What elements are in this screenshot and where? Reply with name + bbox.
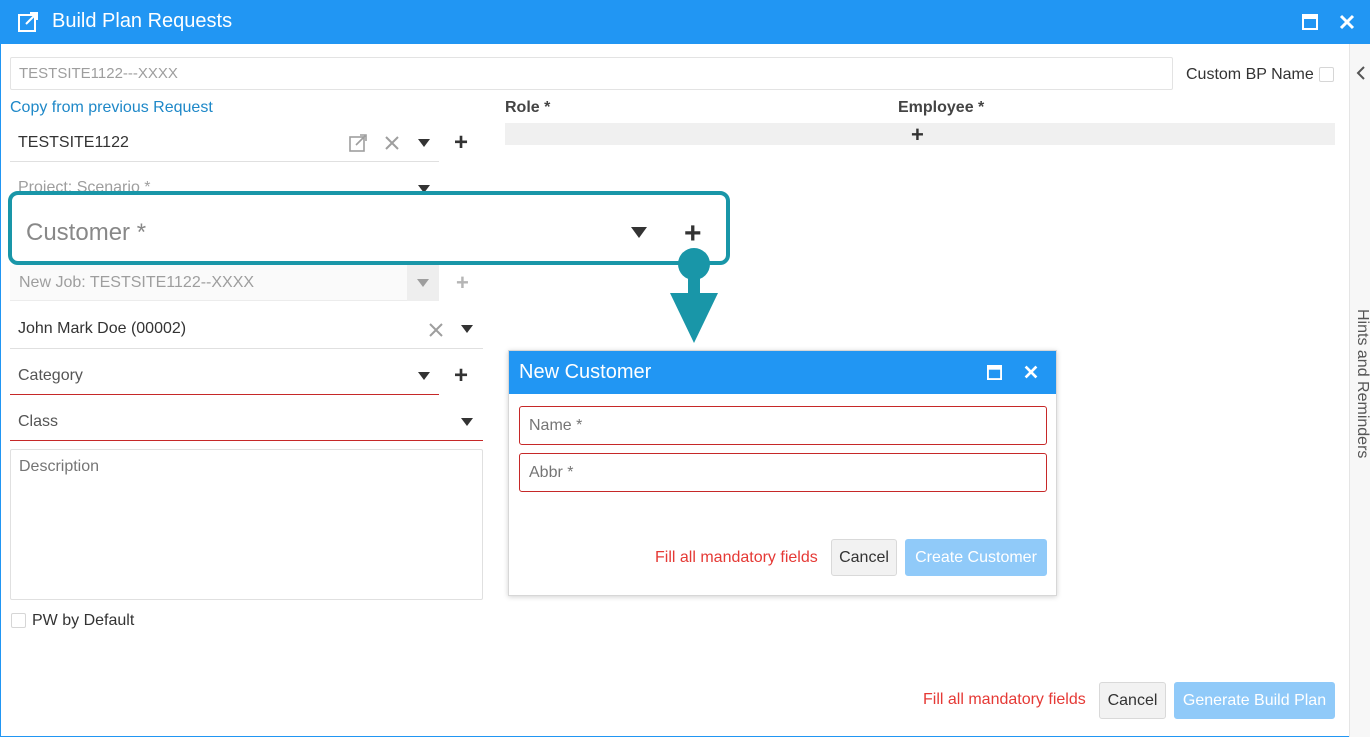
customer-field-highlight: Customer * +	[8, 191, 730, 265]
chevron-left-icon[interactable]	[1356, 66, 1366, 80]
dialog-warning: Fill all mandatory fields	[655, 549, 818, 566]
dropdown-caret-icon[interactable]	[461, 418, 473, 426]
custom-bp-name-label: Custom BP Name	[1186, 66, 1314, 83]
add-category-button[interactable]: +	[454, 364, 468, 388]
build-plan-window: Build Plan Requests TESTSITE1122---XXXX …	[0, 0, 1370, 737]
employee-field-value[interactable]: John Mark Doe (00002)	[18, 320, 186, 338]
pw-default-label: PW by Default	[32, 612, 135, 629]
maximize-icon[interactable]	[1302, 14, 1318, 30]
job-field-value: New Job: TESTSITE1122--XXXX	[19, 274, 255, 291]
dropdown-caret-icon[interactable]	[418, 139, 430, 147]
employee-field-underline	[10, 348, 483, 349]
close-icon[interactable]	[1337, 12, 1357, 32]
custom-bp-name-checkbox[interactable]	[1319, 67, 1334, 82]
dropdown-caret-icon[interactable]	[631, 227, 647, 238]
generate-build-plan-button[interactable]: Generate Build Plan	[1174, 682, 1335, 719]
cancel-button[interactable]: Cancel	[1099, 682, 1166, 719]
site-field-value[interactable]: TESTSITE1122	[18, 134, 129, 152]
description-textarea[interactable]: Description	[10, 449, 483, 600]
plus-icon[interactable]: +	[684, 219, 702, 249]
customer-placeholder[interactable]: Customer *	[26, 219, 146, 247]
copy-previous-request-link[interactable]: Copy from previous Request	[10, 99, 213, 117]
bp-name-value: TESTSITE1122---XXXX	[19, 65, 178, 82]
footer-warning: Fill all mandatory fields	[923, 691, 1086, 708]
close-icon[interactable]	[1022, 363, 1040, 381]
pw-default-checkbox[interactable]	[11, 613, 26, 628]
category-placeholder[interactable]: Category	[18, 367, 83, 385]
external-link-icon	[18, 12, 38, 32]
dropdown-caret-icon	[417, 279, 429, 287]
category-field-underline	[10, 394, 439, 395]
dropdown-caret-icon[interactable]	[418, 372, 430, 380]
role-header: Role *	[505, 99, 551, 116]
site-field-underline	[10, 161, 439, 162]
new-customer-dialog: New Customer Name * Abbr * Fill all mand…	[508, 350, 1057, 596]
external-link-icon[interactable]	[348, 133, 368, 153]
window-title: Build Plan Requests	[52, 10, 233, 32]
callout-arrow-icon	[670, 293, 718, 343]
add-job-button[interactable]: +	[456, 271, 469, 295]
dialog-titlebar: New Customer	[509, 351, 1056, 394]
dialog-title: New Customer	[519, 361, 652, 383]
bp-name-input[interactable]: TESTSITE1122---XXXX	[10, 57, 1173, 90]
customer-abbr-placeholder: Abbr *	[529, 464, 574, 481]
dialog-cancel-button[interactable]: Cancel	[831, 539, 897, 576]
customer-abbr-input[interactable]: Abbr *	[519, 453, 1047, 492]
hints-label[interactable]: Hints and Reminders	[1353, 309, 1370, 458]
add-role-button[interactable]: +	[911, 123, 924, 147]
job-dropdown-button[interactable]	[407, 265, 439, 301]
dropdown-caret-icon[interactable]	[461, 325, 473, 333]
class-field-underline	[10, 440, 483, 441]
customer-name-input[interactable]: Name *	[519, 406, 1047, 445]
class-placeholder[interactable]: Class	[18, 413, 58, 431]
create-customer-button[interactable]: Create Customer	[905, 539, 1047, 576]
clear-icon[interactable]	[384, 135, 400, 151]
clear-icon[interactable]	[428, 322, 444, 338]
plus-icon[interactable]: +	[454, 131, 468, 155]
customer-name-placeholder: Name *	[529, 417, 583, 434]
job-field[interactable]: New Job: TESTSITE1122--XXXX	[10, 265, 439, 301]
window-titlebar: Build Plan Requests	[1, 1, 1369, 44]
maximize-icon[interactable]	[987, 365, 1002, 380]
employee-header: Employee *	[898, 99, 985, 116]
description-placeholder: Description	[19, 458, 100, 475]
